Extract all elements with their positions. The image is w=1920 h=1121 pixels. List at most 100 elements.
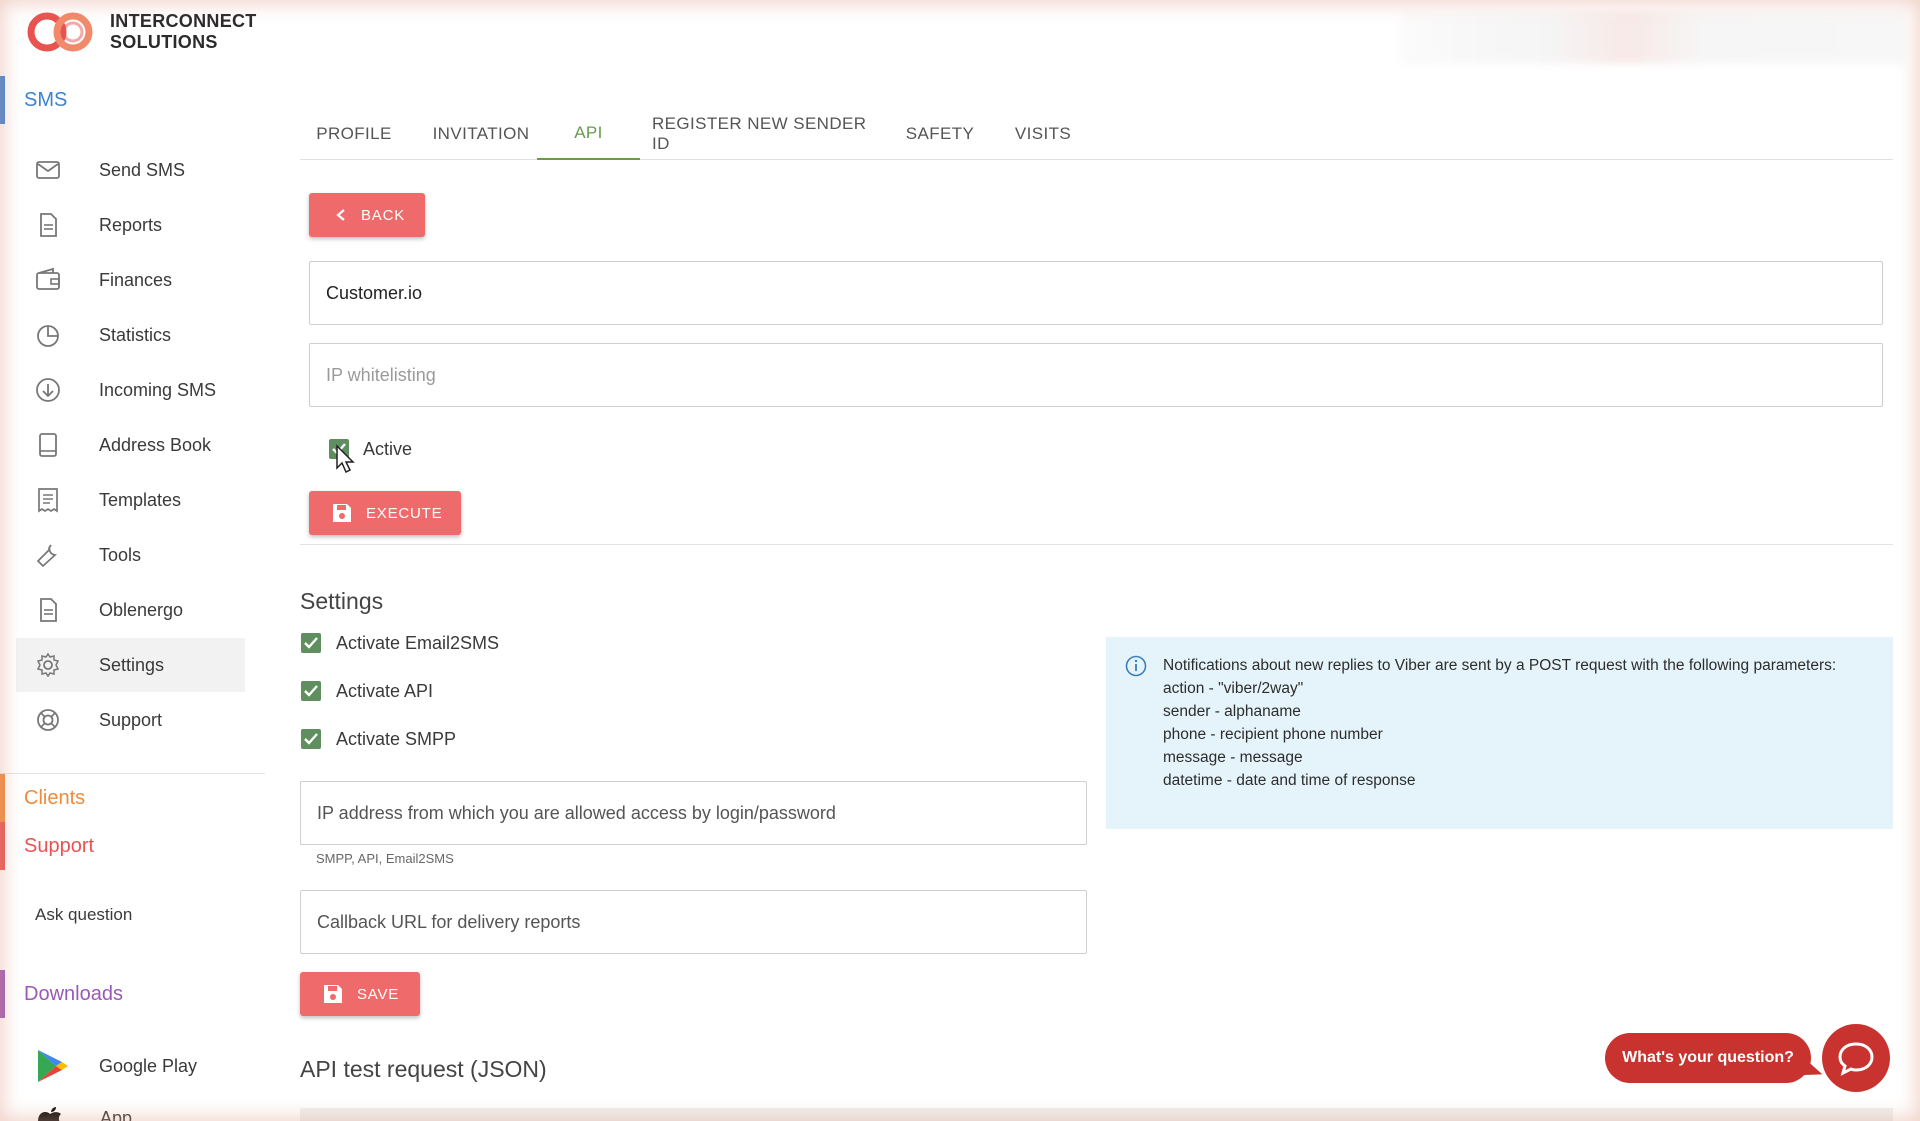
sidebar-item-finances[interactable]: Finances (16, 253, 245, 307)
tab-profile[interactable]: PROFILE (300, 108, 408, 160)
tab-invitation[interactable]: INVITATION (418, 108, 544, 160)
sidebar-item-label: Statistics (99, 324, 172, 345)
chevron-left-icon (336, 209, 345, 221)
gear-icon (36, 652, 60, 678)
google-play-icon (38, 1050, 68, 1082)
ip-access-helper-text: SMPP, API, Email2SMS (316, 851, 454, 866)
sidebar-section-sms[interactable]: SMS (0, 76, 265, 124)
sidebar-item-send-sms[interactable]: Send SMS (16, 143, 245, 197)
api-checkbox[interactable] (301, 681, 321, 701)
back-button[interactable]: BACK (309, 193, 425, 237)
viber-notification-info: Notifications about new replies to Viber… (1106, 637, 1893, 829)
sidebar-item-tools[interactable]: Tools (16, 528, 245, 582)
tab-register-sender-id[interactable]: REGISTER NEW SENDER ID (652, 108, 888, 160)
lifebuoy-icon (37, 709, 59, 731)
sidebar-item-label: Support (99, 709, 163, 730)
sidebar-section-clients[interactable]: Clients (0, 774, 265, 822)
sidebar-item-label: Finances (99, 269, 173, 290)
sidebar-item-incoming-sms[interactable]: Incoming SMS (16, 363, 245, 417)
sidebar-item-label: App Store (100, 1108, 133, 1121)
active-label: Active (363, 439, 413, 459)
ask-question-link[interactable]: Ask question (35, 905, 132, 925)
save-floppy-icon (324, 985, 342, 1003)
download-circle-icon (36, 378, 60, 402)
sidebar-item-templates[interactable]: Templates (16, 473, 245, 527)
sidebar-item-label: Settings (99, 654, 165, 675)
api-name-field[interactable]: Customer.io (309, 261, 1883, 325)
info-line: datetime - date and time of response (1163, 772, 1416, 789)
brand-logo[interactable]: INTERCONNECT SOLUTIONS (24, 10, 257, 54)
callback-url-field[interactable]: Callback URL for delivery reports (300, 890, 1087, 954)
sidebar-item-label: Tools (99, 544, 142, 565)
tab-visits[interactable]: VISITS (1000, 108, 1086, 160)
tab-api[interactable]: API (537, 108, 640, 160)
sidebar-item-settings[interactable]: Settings (16, 638, 245, 692)
checkmark-icon (304, 637, 318, 649)
brand-name-line2: SOLUTIONS (110, 32, 218, 52)
interconnect-logo-icon (24, 10, 98, 54)
sidebar-item-statistics[interactable]: Statistics (16, 308, 245, 362)
info-icon (1125, 655, 1147, 677)
save-floppy-icon (333, 504, 351, 522)
smpp-label: Activate SMPP (336, 729, 457, 749)
wrench-icon (36, 544, 58, 568)
chat-bubble-icon (1838, 1042, 1874, 1076)
brand-name: INTERCONNECT SOLUTIONS (110, 11, 257, 53)
sidebar-item-address-book[interactable]: Address Book (16, 418, 245, 472)
apple-icon (38, 1107, 61, 1121)
sidebar-section-downloads[interactable]: Downloads (0, 970, 265, 1018)
info-line: message - message (1163, 749, 1303, 766)
checkmark-icon (304, 733, 318, 745)
info-line: action - "viber/2way" (1163, 680, 1304, 697)
settings-heading: Settings (300, 588, 384, 614)
section-divider (300, 544, 1893, 545)
ip-access-field[interactable]: IP address from which you are allowed ac… (300, 781, 1087, 845)
section-label: Clients (24, 786, 86, 809)
section-marker (0, 76, 5, 124)
sidebar-section-support[interactable]: Support (0, 822, 265, 870)
sidebar-item-google-play[interactable]: Google Play (16, 1039, 245, 1093)
chat-prompt-bubble[interactable]: What's your question? (1605, 1033, 1811, 1083)
receipt-icon (38, 488, 58, 513)
pie-chart-icon (37, 325, 59, 347)
chat-open-button[interactable] (1822, 1024, 1890, 1092)
sidebar-item-reports[interactable]: Reports (16, 198, 245, 252)
sidebar-item-label: Templates (99, 489, 182, 510)
sidebar-item-label: Google Play (99, 1055, 198, 1076)
sidebar-item-app-store[interactable]: App Store (36, 1104, 176, 1121)
sidebar: INTERCONNECT SOLUTIONS SMS Send SMS Repo… (0, 0, 265, 1121)
header-toolbar-blurred (1400, 12, 1905, 64)
brand-name-line1: INTERCONNECT (110, 11, 257, 31)
sidebar-item-label: Reports (99, 214, 163, 235)
email2sms-label: Activate Email2SMS (336, 633, 500, 653)
mail-icon (36, 161, 60, 179)
save-button-label: SAVE (357, 985, 400, 1003)
wallet-icon (36, 267, 60, 290)
section-label: SMS (24, 88, 68, 111)
mouse-cursor-icon (336, 444, 355, 474)
tab-safety[interactable]: SAFETY (897, 108, 983, 160)
api-test-heading: API test request (JSON) (300, 1056, 547, 1082)
execute-button[interactable]: EXECUTE (309, 491, 461, 535)
info-line: phone - recipient phone number (1163, 726, 1383, 743)
email2sms-checkbox[interactable] (301, 633, 321, 653)
book-icon (39, 433, 57, 457)
api-test-editor[interactable] (300, 1108, 1893, 1121)
sidebar-item-oblenergo[interactable]: Oblenergo (16, 583, 245, 637)
sidebar-item-label: Address Book (99, 434, 212, 455)
save-button[interactable]: SAVE (300, 972, 420, 1016)
section-label: Downloads (24, 982, 123, 1005)
section-marker (0, 970, 5, 1018)
smpp-checkbox[interactable] (301, 729, 321, 749)
sidebar-item-support[interactable]: Support (16, 693, 245, 747)
section-marker (0, 774, 5, 822)
sidebar-item-label: Send SMS (99, 159, 186, 180)
ip-whitelisting-field[interactable]: IP whitelisting (309, 343, 1883, 407)
section-marker (0, 822, 5, 870)
info-line: Notifications about new replies to Viber… (1163, 657, 1837, 674)
sidebar-item-label: Incoming SMS (99, 379, 217, 400)
back-button-label: BACK (361, 206, 406, 224)
section-label: Support (24, 834, 95, 857)
execute-button-label: EXECUTE (366, 504, 443, 522)
info-line: sender - alphaname (1163, 703, 1301, 720)
